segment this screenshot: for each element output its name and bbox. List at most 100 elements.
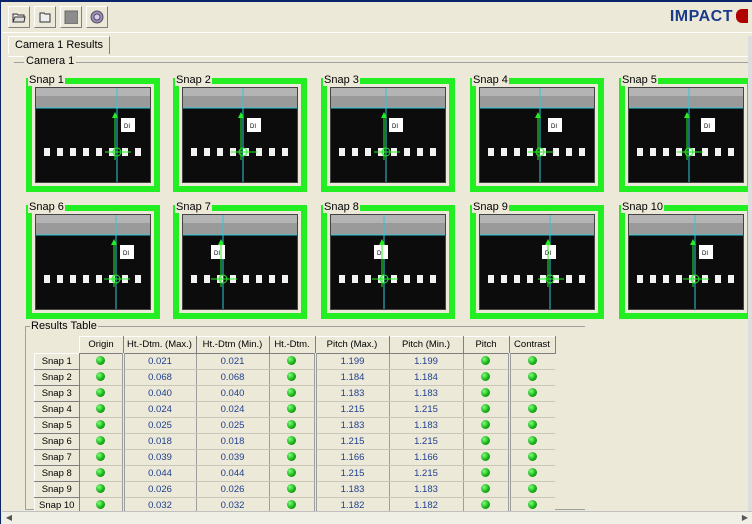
column-header[interactable]: Ht.-Dtm. (Max.) <box>122 336 197 354</box>
origin-status-icon <box>96 372 105 382</box>
camera-group-title: Camera 1 <box>24 55 77 67</box>
ht-status-icon <box>287 420 296 430</box>
pitch-max-cell: 1.183 <box>313 417 389 434</box>
ht-status-icon <box>287 404 296 414</box>
ht-max-cell: 0.021 <box>121 353 196 370</box>
pitch-min-cell: 1.184 <box>388 369 463 386</box>
scroll-left-icon[interactable]: ◀ <box>4 513 14 523</box>
svg-text:DI: DI <box>124 124 130 130</box>
pitch-status-icon <box>481 420 490 430</box>
pitch-max-cell: 1.215 <box>313 401 389 418</box>
snap-image: DI <box>182 87 298 183</box>
pitch-status-icon <box>481 356 490 366</box>
snap-frame[interactable]: Snap 6 DI <box>26 201 160 319</box>
scroll-right-icon[interactable]: ▶ <box>740 513 750 523</box>
table-row: Snap 7 0.039 0.039 1.166 1.166 <box>34 448 555 466</box>
snap-frame[interactable]: Snap 5 DI <box>619 74 752 192</box>
table-row: Snap 2 0.068 0.068 1.184 1.184 <box>34 368 555 386</box>
pitch-max-cell: 1.215 <box>313 465 389 482</box>
ht-status-icon <box>287 372 296 382</box>
row-header-button[interactable]: Snap 8 <box>34 464 80 482</box>
row-header-button[interactable]: Snap 7 <box>34 448 80 466</box>
pitch-max-cell: 1.184 <box>313 369 389 386</box>
row-header-button[interactable]: Snap 6 <box>34 432 80 450</box>
ht-max-cell: 0.024 <box>121 401 196 418</box>
open-folder-icon <box>12 13 26 23</box>
origin-status-icon <box>96 500 105 510</box>
origin-status-icon <box>96 484 105 494</box>
results-table-body: Snap 1 0.021 0.021 1.199 1.199 Snap 2 0.068 0.0… <box>34 352 555 514</box>
snap-frame[interactable]: Snap 4 DI <box>470 74 604 192</box>
column-header[interactable]: Ht.-Dtm (Min.) <box>195 336 270 354</box>
contrast-status-icon <box>528 356 538 366</box>
vertical-scrollbar[interactable] <box>748 36 752 514</box>
row-header-button[interactable]: Snap 2 <box>34 368 80 386</box>
contrast-status-icon <box>528 420 538 430</box>
folder-button[interactable] <box>34 6 56 28</box>
column-header[interactable]: Ht.-Dtm. <box>268 336 316 354</box>
column-header[interactable]: Pitch (Min.) <box>388 336 464 354</box>
pitch-status-icon <box>481 484 490 494</box>
ht-status-icon <box>287 452 296 462</box>
ht-min-cell: 0.018 <box>195 433 269 450</box>
column-header[interactable]: Origin <box>78 336 124 354</box>
tab-camera-1-results[interactable]: Camera 1 Results <box>8 36 111 54</box>
origin-status-icon <box>96 436 105 446</box>
snap-image: DI <box>628 214 744 310</box>
ht-max-cell: 0.025 <box>121 417 196 434</box>
row-header-button[interactable]: Snap 9 <box>34 480 80 498</box>
table-row: Snap 6 0.018 0.018 1.215 1.215 <box>34 432 555 450</box>
ht-min-cell: 0.025 <box>195 417 269 434</box>
table-row: Snap 5 0.025 0.025 1.183 1.183 <box>34 416 555 434</box>
contrast-status-icon <box>528 404 538 414</box>
pitch-max-cell: 1.215 <box>313 433 389 450</box>
ht-max-cell: 0.018 <box>121 433 196 450</box>
snap-label: Snap 7 <box>175 201 212 213</box>
ht-min-cell: 0.039 <box>195 449 269 466</box>
gray-square-icon <box>64 10 78 24</box>
snap-image: DI <box>35 87 151 183</box>
column-header[interactable]: Pitch (Max.) <box>314 336 390 354</box>
snap-frame[interactable]: Snap 9DI <box>470 201 604 319</box>
ht-max-cell: 0.040 <box>121 385 196 402</box>
origin-status-icon <box>96 452 105 462</box>
ht-min-cell: 0.044 <box>195 465 269 482</box>
row-header-button[interactable]: Snap 3 <box>34 384 80 402</box>
row-header-button[interactable]: Snap 1 <box>34 352 80 370</box>
contrast-status-icon <box>528 452 538 462</box>
snap-frame[interactable]: Snap 10 DI <box>619 201 752 319</box>
open-folder-button[interactable] <box>8 6 30 28</box>
table-row: Snap 3 0.040 0.040 1.183 1.183 <box>34 384 555 402</box>
contrast-status-icon <box>528 500 538 510</box>
results-table-title: Results Table <box>30 320 98 332</box>
pitch-min-cell: 1.199 <box>388 353 463 370</box>
pitch-status-icon <box>481 452 490 462</box>
svg-text:DI: DI <box>702 251 708 257</box>
contrast-status-icon <box>528 372 538 382</box>
settings-disc-button[interactable] <box>86 6 108 28</box>
snap-frame[interactable]: Snap 8 DI <box>321 201 455 319</box>
pitch-status-icon <box>481 500 490 510</box>
snap-frame[interactable]: Snap 3 DI <box>321 74 455 192</box>
column-header[interactable]: Contrast <box>508 336 556 354</box>
origin-status-icon <box>96 388 105 398</box>
pitch-min-cell: 1.166 <box>388 449 463 466</box>
svg-text:DI: DI <box>704 124 710 130</box>
snap-frame[interactable]: Snap 7 DI <box>173 201 307 319</box>
toolbar: IMPACT <box>2 2 752 33</box>
svg-text:DI: DI <box>123 251 129 257</box>
tab-strip: Camera 1 Results <box>8 36 748 57</box>
horizontal-scrollbar[interactable]: ◀ ▶ <box>2 511 752 524</box>
results-table-group: Results Table Origin Ht.-Dtm. (Max.) Ht.… <box>25 320 585 514</box>
ht-min-cell: 0.040 <box>195 385 269 402</box>
column-header[interactable]: Pitch <box>462 336 510 354</box>
snap-label: Snap 9 <box>472 201 509 213</box>
gray-square-button[interactable] <box>60 6 82 28</box>
row-header-button[interactable]: Snap 4 <box>34 400 80 418</box>
row-header-button[interactable]: Snap 5 <box>34 416 80 434</box>
svg-text:DI: DI <box>551 124 557 130</box>
snap-frame[interactable]: Snap 1 DI <box>26 74 160 192</box>
pitch-status-icon <box>481 404 490 414</box>
snap-frame[interactable]: Snap 2 DI <box>173 74 307 192</box>
snap-image: DI <box>35 214 151 310</box>
